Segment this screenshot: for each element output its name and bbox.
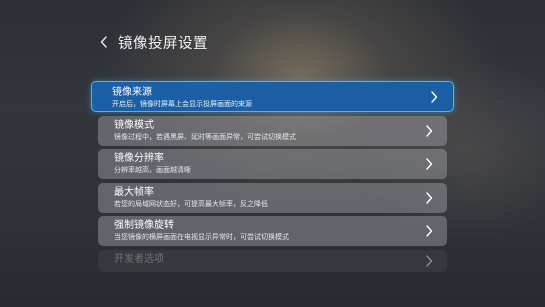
setting-title: 镜像来源	[112, 87, 152, 98]
settings-list: 镜像来源 开启后，镜像时屏幕上会显示投屏画面的来源 镜像模式 镜像过程中，若遇黑…	[91, 81, 454, 275]
setting-title: 开发者选项	[114, 253, 164, 265]
chevron-left-icon[interactable]	[96, 32, 112, 52]
tv-settings-screen: 镜像投屏设置 镜像来源 开启后，镜像时屏幕上会显示投屏画面的来源 镜像模式 镜像…	[0, 0, 545, 307]
setting-mirror-resolution[interactable]: 镜像分辨率 分辨率越高，画面越清晰	[98, 149, 447, 179]
page-title: 镜像投屏设置	[118, 35, 208, 52]
header: 镜像投屏设置	[96, 31, 208, 53]
setting-developer-options[interactable]: 开发者选项	[98, 249, 447, 272]
setting-force-rotation[interactable]: 强制镜像旋转 当您镜像的横屏画面在电视显示异常时，可尝试切换模式	[98, 216, 447, 246]
setting-description: 镜像过程中，若遇黑屏、延时等画面异常，可尝试切换模式	[114, 132, 296, 141]
setting-description: 当您镜像的横屏画面在电视显示异常时，可尝试切换模式	[114, 233, 289, 241]
setting-description: 分辨率越高，画面越清晰	[114, 166, 191, 174]
setting-mirror-source[interactable]: 镜像来源 开启后，镜像时屏幕上会显示投屏画面的来源	[91, 81, 454, 112]
setting-title: 强制镜像旋转	[114, 220, 174, 231]
chevron-right-icon	[425, 124, 433, 137]
setting-description: 开启后，镜像时屏幕上会显示投屏画面的来源	[112, 100, 252, 108]
chevron-right-icon	[425, 225, 433, 237]
chevron-right-icon	[425, 191, 433, 204]
setting-max-framerate[interactable]: 最大帧率 若您的局域网状态好，可提高最大帧率，反之降低	[98, 182, 447, 213]
setting-description: 若您的局域网状态好，可提高最大帧率，反之降低	[114, 199, 268, 208]
setting-mirror-mode[interactable]: 镜像模式 镜像过程中，若遇黑屏、延时等画面异常，可尝试切换模式	[98, 115, 447, 146]
setting-title: 最大帧率	[114, 186, 154, 198]
chevron-right-icon	[425, 254, 433, 267]
setting-title: 镜像模式	[114, 119, 154, 131]
setting-title: 镜像分辨率	[114, 153, 164, 164]
chevron-right-icon	[430, 91, 438, 103]
chevron-right-icon	[425, 158, 433, 170]
